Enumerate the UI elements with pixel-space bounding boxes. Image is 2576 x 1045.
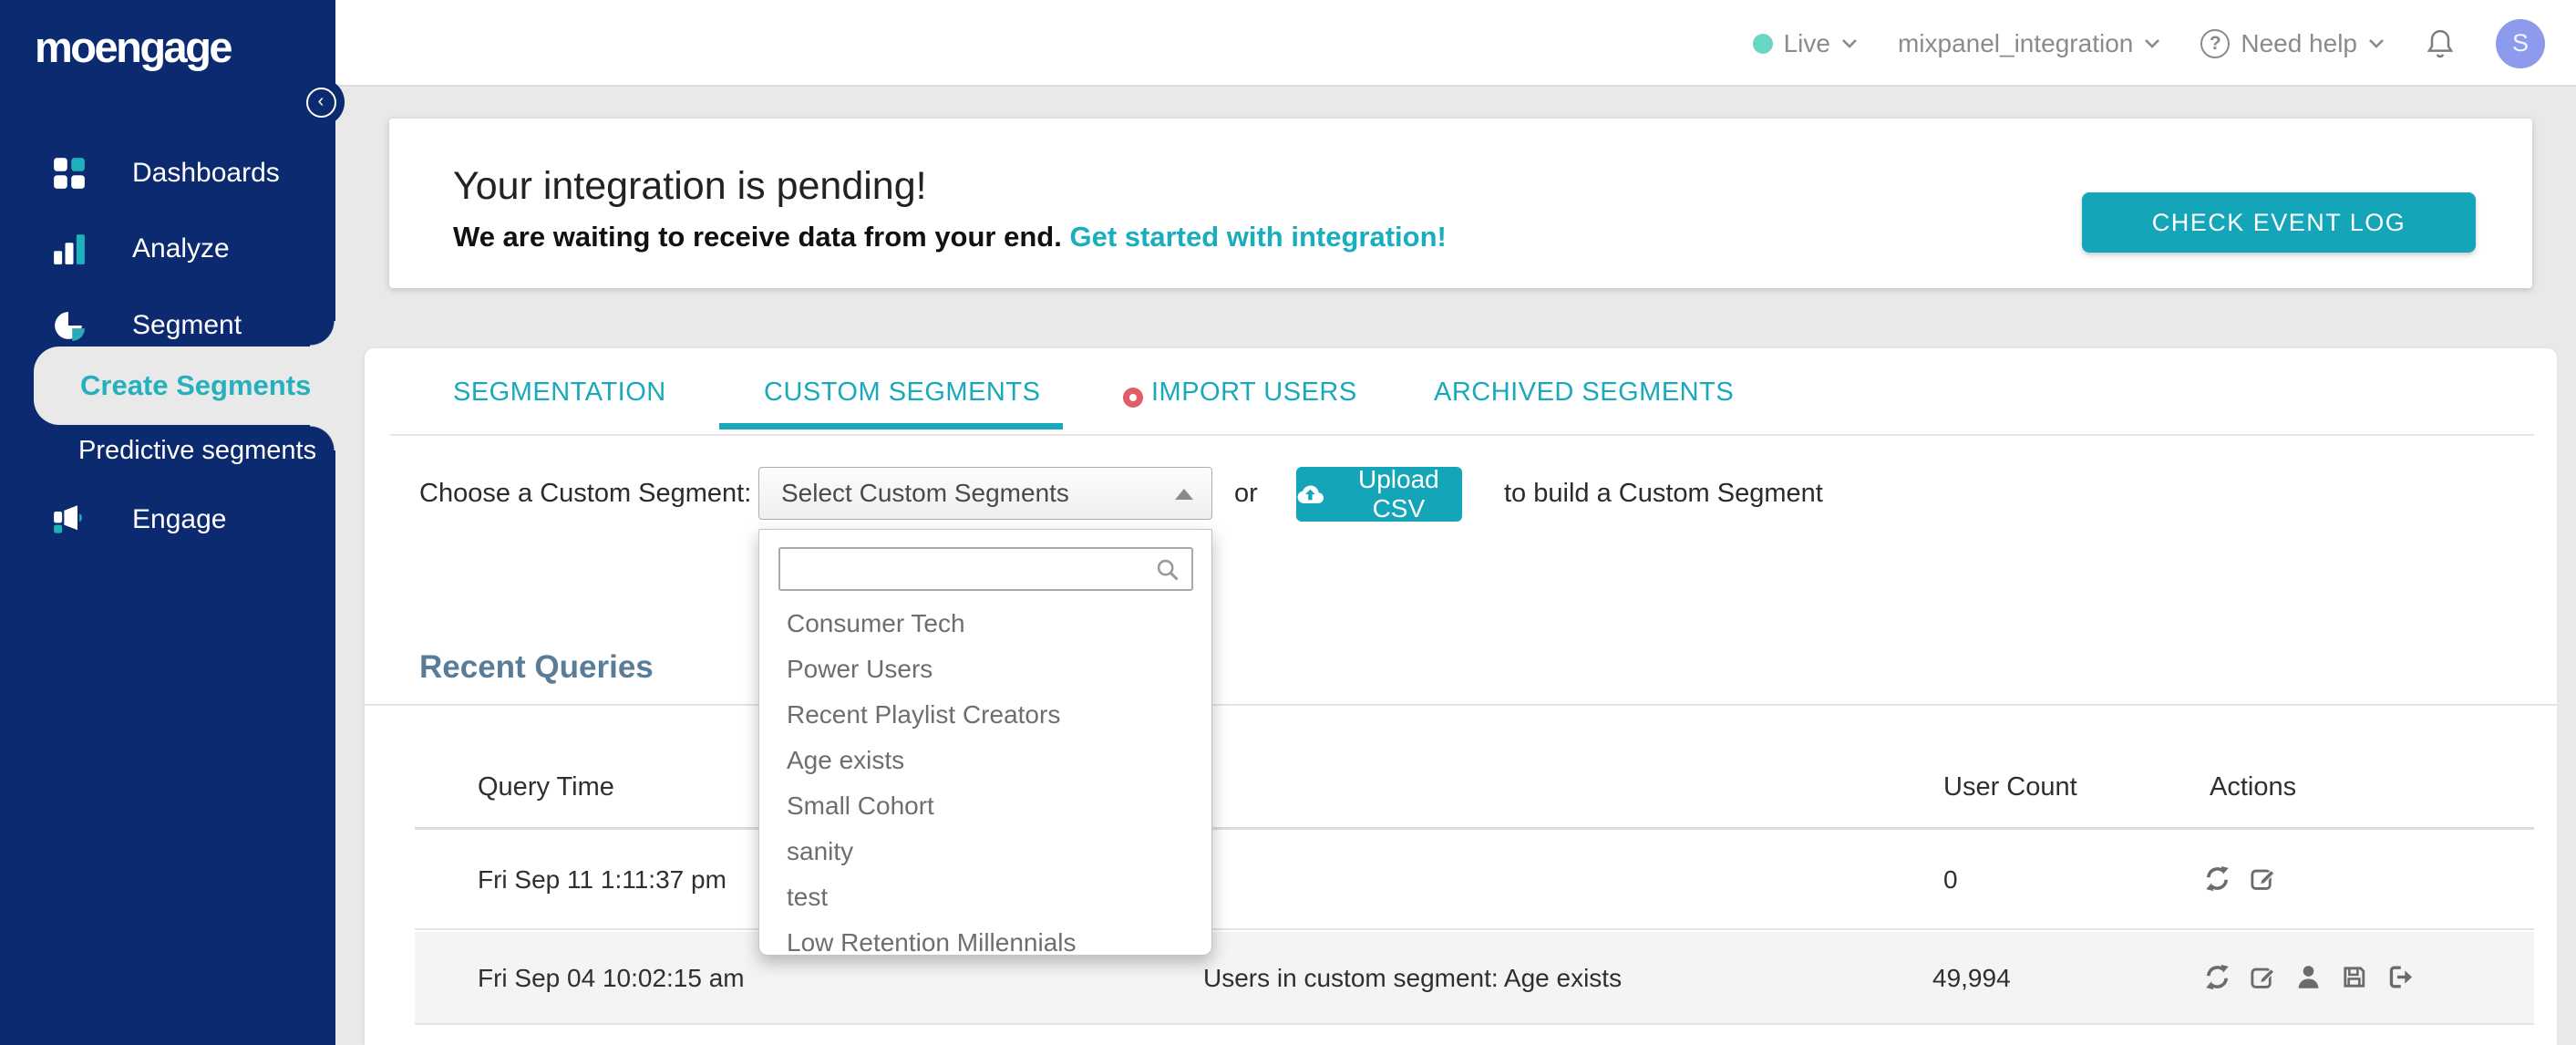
triangle-up-icon [1175,489,1193,500]
dropdown-option[interactable]: sanity [759,829,1211,874]
refresh-icon[interactable] [2203,864,2231,893]
sidebar-item-label: Create Segments [80,369,312,401]
save-icon[interactable] [2340,963,2368,991]
search-icon [1157,559,1179,581]
dropdown-option[interactable]: Recent Playlist Creators [759,692,1211,738]
chevron-down-icon [2369,38,2384,48]
grid-icon [54,158,85,189]
banner-subtitle: We are waiting to receive data from your… [453,221,1447,253]
integration-banner: Your integration is pending! We are wait… [389,119,2532,288]
sidebar-item-label: Predictive segments [78,435,317,465]
dropdown-options-list: Consumer Tech Power Users Recent Playlis… [759,601,1211,966]
table-row: Fri Sep 11 1:11:37 pm 0 [415,830,2534,930]
tab-archived-segments[interactable]: ARCHIVED SEGMENTS [1434,378,1734,408]
edit-icon[interactable] [2249,963,2277,991]
help-circle-icon: ? [2200,28,2231,58]
query-time-cell: Fri Sep 04 10:02:15 am [478,964,745,992]
sidebar-item-create-segments[interactable]: Create Segments [34,347,335,425]
dropdown-option[interactable]: Age exists [759,738,1211,783]
tab-import-users[interactable]: IMPORT USERS [1151,378,1357,408]
megaphone-icon [54,505,82,533]
red-dot-icon [1123,388,1143,408]
chevron-down-icon [2145,38,2160,48]
sidebar-item-analyze[interactable]: Analyze [0,220,335,278]
sidebar-item-engage[interactable]: Engage [0,491,335,549]
sidebar-item-label: Analyze [132,233,230,264]
need-help-label: Need help [2241,28,2357,57]
table-row: Fri Sep 04 10:02:15 am Users in custom s… [415,932,2534,1025]
user-count-cell: 49,994 [1932,964,2011,992]
app-root: Live mixpanel_integration ? Need help S … [0,0,2576,1045]
bar-chart-icon [54,234,85,264]
need-help-dropdown[interactable]: ? Need help [2200,28,2385,58]
upload-csv-button[interactable]: Upload CSV [1296,465,1462,522]
edit-icon[interactable] [2249,864,2277,893]
check-event-log-button[interactable]: CHECK EVENT LOG [2082,192,2476,253]
section-divider [365,704,2557,706]
active-tab-underline [719,423,1063,429]
tab-custom-segments[interactable]: CUSTOM SEGMENTS [764,378,1040,408]
query-cell: Users in custom segment: Age exists [1203,964,1623,992]
refresh-icon[interactable] [2203,963,2231,991]
sidebar-item-predictive-segments[interactable]: Predictive segments [78,428,316,473]
banner-subtitle-text: We are waiting to receive data from your… [453,221,1062,253]
row-actions [2203,864,2277,893]
dropdown-search-input[interactable] [778,547,1193,591]
build-segment-suffix: to build a Custom Segment [1504,479,1823,508]
dropdown-option[interactable]: Small Cohort [759,783,1211,829]
dropdown-option[interactable]: Low Retention Millennials [759,920,1211,966]
get-started-link[interactable]: Get started with integration! [1069,221,1446,253]
or-text: or [1234,479,1258,508]
workspace-dropdown[interactable]: mixpanel_integration [1898,29,2160,58]
pie-chart-icon [55,312,85,341]
dropdown-option[interactable]: Power Users [759,647,1211,692]
select-value: Select Custom Segments [781,479,1069,507]
topbar: Live mixpanel_integration ? Need help S [1752,0,2545,87]
sidebar-collapse-button[interactable]: ‹ [297,78,345,126]
sidebar-item-label: Dashboards [132,158,280,188]
sidebar-item-dashboards[interactable]: Dashboards [0,144,335,202]
live-status-dot [1752,33,1773,54]
user-avatar[interactable]: S [2496,18,2545,68]
column-header-user-count: User Count [1943,772,2077,802]
custom-segments-dropdown-panel: Consumer Tech Power Users Recent Playlis… [758,529,1212,957]
banner-title: Your integration is pending! [453,164,927,208]
choose-segment-label: Choose a Custom Segment: [419,479,752,508]
recent-queries-heading: Recent Queries [419,649,654,685]
row-actions [2203,963,2414,991]
dropdown-option[interactable]: Consumer Tech [759,601,1211,647]
sidebar: moengage Dashboards Analyze Segment Crea… [0,0,335,1045]
right-gutter [2557,87,2576,1045]
notifications-button[interactable] [2425,27,2456,60]
user-icon[interactable] [2294,963,2323,991]
tabs-divider [390,434,2534,436]
tab-segmentation[interactable]: SEGMENTATION [453,378,666,408]
workspace-label: mixpanel_integration [1897,28,2134,57]
sidebar-item-label: Segment [132,310,242,340]
active-item-notch-top [310,321,335,347]
user-count-cell: 0 [1943,865,1958,894]
custom-segment-select[interactable]: Select Custom Segments [758,467,1212,520]
upload-csv-label: Upload CSV [1358,465,1439,522]
environment-dropdown[interactable]: Live [1752,28,1858,58]
environment-label: Live [1783,28,1830,57]
moengage-logo: moengage [35,23,233,71]
cloud-upload-icon [1297,485,1324,503]
sidebar-item-label: Engage [132,504,227,534]
chevron-down-icon [1842,38,1857,48]
column-header-actions: Actions [2210,772,2297,802]
query-time-cell: Fri Sep 11 1:11:37 pm [478,865,726,894]
bell-icon [2427,29,2454,57]
dropdown-option[interactable]: test [759,874,1211,920]
export-icon[interactable] [2385,963,2414,991]
column-header-query-time: Query Time [478,772,614,802]
chevron-left-icon: ‹ [305,87,336,118]
